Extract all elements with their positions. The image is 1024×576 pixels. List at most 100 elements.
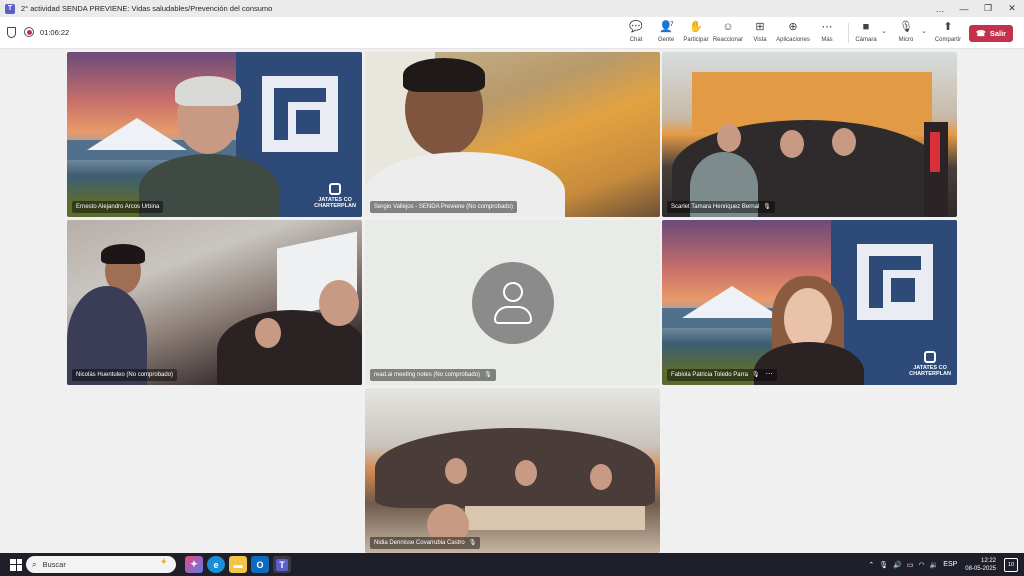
participant-name: read.ai meeting notes (No comprobado) 🎙: [370, 369, 496, 381]
window-controls: … — ❐ ✕: [928, 0, 1024, 17]
copilot-sparkle-icon: ✦: [159, 557, 168, 568]
logo-hex-icon: [329, 183, 342, 195]
search-placeholder: Buscar: [42, 560, 66, 569]
brand-cube-graphic: [857, 244, 933, 320]
participant-name: Fabiola Patricia Toledo Parra 🎙 ⋯: [667, 369, 777, 381]
system-tray: ⌃ 🎙 🔊 ▭ ◠ 🔉 ESP 12:22 08-05-2025 10: [863, 553, 1024, 576]
more-options-icon[interactable]: …: [928, 0, 952, 17]
share-button[interactable]: ⬆ Compartir: [929, 21, 967, 47]
snow-peak: [682, 286, 782, 318]
language-indicator[interactable]: ESP: [943, 561, 957, 568]
microphone-tray-icon[interactable]: 🎙: [879, 561, 888, 569]
participant-head: [717, 124, 741, 152]
camera-icon: ■: [862, 21, 870, 33]
logo-hex-icon: [924, 351, 937, 363]
video-tile[interactable]: Nicolás Huentuleo (No comprobado): [67, 220, 362, 385]
edge-browser-icon[interactable]: e: [207, 556, 225, 573]
participant-head: [590, 464, 612, 490]
people-label: Gente: [657, 37, 675, 43]
share-label: Compartir: [934, 37, 962, 43]
minimize-button[interactable]: —: [952, 0, 976, 17]
view-label: Vista: [753, 37, 767, 43]
mic-label: Micro: [898, 37, 914, 43]
copilot-icon[interactable]: ✦: [185, 556, 203, 573]
title-bar: T 2° actividad SENDA PREVIENE: Vidas sal…: [0, 0, 1024, 17]
brand-cube-graphic: [262, 76, 338, 152]
taskbar-clock[interactable]: 12:22 08-05-2025: [965, 557, 996, 573]
mic-muted-icon: 🎙: [763, 204, 771, 210]
more-dots-icon: ⋯: [821, 21, 833, 33]
participant-face: [784, 288, 832, 350]
grid-view-icon: ⊞: [755, 21, 765, 33]
start-button[interactable]: [10, 558, 22, 571]
camera-options-chevron-icon[interactable]: ⌄: [881, 27, 887, 35]
camera-button[interactable]: ■ Cámara: [847, 21, 885, 47]
video-tile[interactable]: Sergio Vallejos - SENDA Previene (No com…: [365, 52, 660, 217]
mic-options-chevron-icon[interactable]: ⌄: [921, 27, 927, 35]
wifi-icon[interactable]: ◠: [918, 561, 924, 569]
brand-logo: JATATES CO CHARTERPLAN: [909, 351, 951, 377]
participant-hair: [403, 58, 485, 92]
more-label: Más: [821, 37, 833, 43]
clock-time: 12:22: [980, 557, 996, 564]
raise-label: Participar: [683, 37, 709, 43]
meeting-timer: 01:06:22: [40, 28, 70, 37]
tables: [465, 506, 645, 530]
smile-icon: ☺: [722, 21, 734, 33]
tray-chevron-icon[interactable]: ⌃: [868, 561, 874, 569]
mic-button[interactable]: 🎙 Micro: [887, 21, 925, 47]
chat-label: Chat: [629, 37, 643, 43]
chat-icon: 💬: [629, 21, 643, 33]
add-apps-icon: ⊕: [788, 21, 798, 33]
participant-head: [780, 130, 804, 158]
teams-taskbar-icon[interactable]: T: [273, 556, 291, 573]
more-button[interactable]: ⋯ Más: [808, 21, 846, 47]
share-screen-icon: ⬆: [943, 21, 953, 33]
search-icon: ⌕: [32, 559, 37, 569]
volume-icon[interactable]: 🔊: [893, 561, 902, 569]
outlook-icon[interactable]: O: [251, 556, 269, 573]
file-explorer-icon[interactable]: ▬: [229, 556, 247, 573]
mic-muted-icon: 🎙: [751, 372, 760, 378]
camera-label: Cámara: [855, 37, 877, 43]
notification-center-icon[interactable]: 10: [1004, 557, 1018, 572]
participant-head: [515, 460, 537, 486]
restore-button[interactable]: ❐: [976, 0, 1000, 17]
video-tile[interactable]: read.ai meeting notes (No comprobado) 🎙: [365, 220, 660, 385]
avatar-person-icon: [503, 282, 523, 302]
pinned-apps: ✦ e ▬ O T: [185, 556, 291, 573]
participant-name: Nidia Dennisse Covarrubia Castro 🎙: [370, 537, 481, 549]
apps-button[interactable]: ⊕ Aplicaciones: [774, 21, 812, 47]
snow-peak: [87, 118, 187, 150]
video-tile[interactable]: JATATES CO CHARTERPLAN Fabiola Patricia …: [662, 220, 957, 385]
participant-name: Sergio Vallejos - SENDA Previene (No com…: [370, 201, 517, 213]
close-button[interactable]: ✕: [1000, 0, 1024, 17]
participant-head: [319, 280, 359, 326]
leave-button[interactable]: ☎ Salir: [969, 25, 1013, 42]
mic-muted-icon: 🎙: [484, 372, 492, 378]
microphone-icon: 🎙: [899, 21, 913, 33]
teams-app-icon: T: [5, 3, 15, 14]
sound-icon[interactable]: 🔉: [930, 561, 939, 569]
meeting-toolbar: 01:06:22 💬 Chat 👤 7 Gente ✋ Participar ☺…: [0, 17, 1024, 49]
windows-taskbar: ⌕ Buscar ✦ ✦ e ▬ O T ⌃ 🎙 🔊 ▭ ◠ 🔉 ESP 12:…: [0, 553, 1024, 576]
participant-name: Nicolás Huentuleo (No comprobado): [72, 369, 178, 381]
people-count: 7: [670, 21, 674, 28]
taskbar-search[interactable]: ⌕ Buscar ✦: [26, 556, 176, 573]
clock-date: 08-05-2025: [965, 565, 996, 572]
window-title: 2° actividad SENDA PREVIENE: Vidas salud…: [21, 4, 273, 13]
video-tile[interactable]: Scarlet Tamara Henriquez Bernal 🎙: [662, 52, 957, 217]
participant-head: [832, 128, 856, 156]
participant-more-icon[interactable]: ⋯: [766, 369, 773, 381]
apps-label: Aplicaciones: [776, 37, 810, 43]
participant-hair: [175, 76, 241, 106]
recording-icon: [24, 27, 34, 37]
hand-icon: ✋: [689, 21, 703, 33]
video-tile[interactable]: JATATES CO CHARTERPLAN Ernesto Alejandro…: [67, 52, 362, 217]
chair-light: [930, 132, 940, 172]
avatar: [472, 262, 554, 344]
video-tile[interactable]: Nidia Dennisse Covarrubia Castro 🎙: [365, 388, 660, 553]
participant-name: Ernesto Alejandro Arcos Urbina: [72, 201, 164, 213]
security-shield-icon[interactable]: [7, 27, 16, 38]
battery-icon[interactable]: ▭: [907, 561, 914, 569]
